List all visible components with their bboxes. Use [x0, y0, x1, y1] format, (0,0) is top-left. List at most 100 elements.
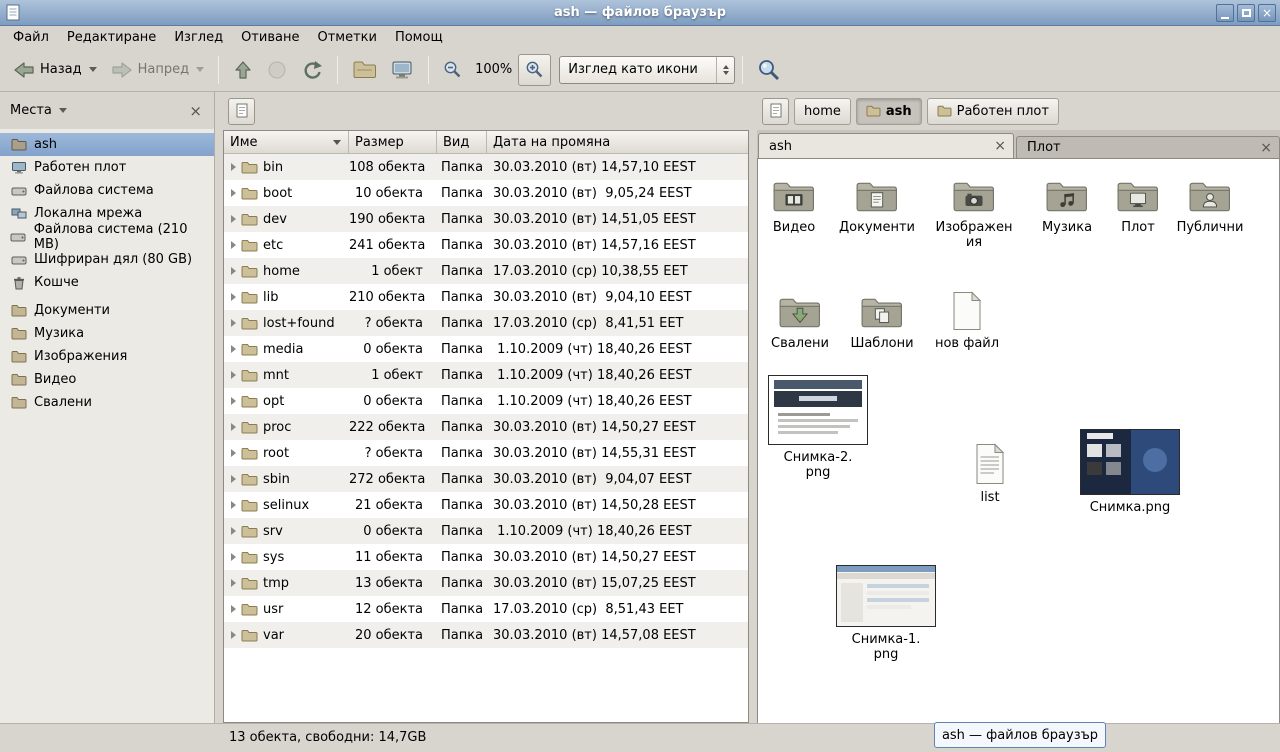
folder-item-music[interactable]: Музика	[1024, 171, 1110, 250]
tab-close-icon[interactable]: ×	[994, 139, 1006, 153]
search-button[interactable]	[750, 54, 788, 86]
file-row[interactable]: home 1 обект Папка 17.03.2010 (ср) 10,38…	[224, 258, 748, 284]
file-row[interactable]: lib 210 обекта Папка 30.03.2010 (вт) 9,0…	[224, 284, 748, 310]
computer-button[interactable]	[383, 54, 421, 86]
stop-button[interactable]	[260, 54, 294, 86]
zoom-out-button[interactable]	[436, 54, 469, 86]
expander-icon[interactable]	[231, 631, 236, 639]
menu-help[interactable]: Помощ	[386, 28, 452, 47]
image-item-snimka[interactable]: Снимка.png	[1074, 429, 1186, 515]
sidebar-item-video[interactable]: Видео	[0, 368, 214, 391]
taskbar-window-button[interactable]: ash — файлов браузър	[934, 722, 1106, 748]
expander-icon[interactable]	[231, 449, 236, 457]
expander-icon[interactable]	[231, 267, 236, 275]
folder-item-public[interactable]: Публични	[1166, 171, 1254, 250]
sidebar-item-pictures[interactable]: Изображения	[0, 345, 214, 368]
expander-icon[interactable]	[231, 501, 236, 509]
menu-file[interactable]: Файл	[4, 28, 58, 47]
sidebar-item-trash[interactable]: Кошче	[0, 271, 214, 294]
close-button[interactable]: ×	[1258, 4, 1276, 22]
menu-go[interactable]: Отиване	[232, 28, 308, 47]
view-mode-select[interactable]: Изглед като икони	[559, 56, 735, 84]
titlebar[interactable]: ash — файлов браузър ×	[0, 0, 1280, 26]
folder-item-desktop[interactable]: Плот	[1110, 171, 1166, 250]
column-header-type[interactable]: Вид	[437, 131, 487, 154]
file-row[interactable]: tmp 13 обекта Папка 30.03.2010 (вт) 15,0…	[224, 570, 748, 596]
image-item-snimka1[interactable]: Снимка-1. png	[830, 565, 942, 662]
folder-item-pictures[interactable]: Изображен ия	[924, 171, 1024, 250]
expander-icon[interactable]	[231, 553, 236, 561]
minimize-button[interactable]	[1216, 4, 1234, 22]
sidebar-close-button[interactable]: ×	[187, 102, 204, 120]
file-row[interactable]: opt 0 обекта Папка 1.10.2009 (чт) 18,40,…	[224, 388, 748, 414]
maximize-button[interactable]	[1237, 4, 1255, 22]
back-button[interactable]: Назад	[6, 54, 104, 86]
expander-icon[interactable]	[231, 397, 236, 405]
zoom-in-button[interactable]	[518, 54, 551, 86]
sidebar-item-desktop[interactable]: Работен плот	[0, 156, 214, 179]
home-button[interactable]	[345, 54, 383, 86]
sidebar-item-encrypted-80gb[interactable]: Шифриран дял (80 GB)	[0, 248, 214, 271]
expander-icon[interactable]	[231, 527, 236, 535]
sidebar-item-music[interactable]: Музика	[0, 322, 214, 345]
expander-icon[interactable]	[231, 345, 236, 353]
column-header-name[interactable]: Име	[224, 131, 349, 154]
expander-icon[interactable]	[231, 241, 236, 249]
file-row[interactable]: usr 12 обекта Папка 17.03.2010 (ср) 8,51…	[224, 596, 748, 622]
folder-item-templates[interactable]: Шаблони	[842, 287, 922, 351]
file-row[interactable]: sbin 272 обекта Папка 30.03.2010 (вт) 9,…	[224, 466, 748, 492]
file-row[interactable]: bin 108 обекта Папка 30.03.2010 (вт) 14,…	[224, 154, 748, 180]
reload-button[interactable]	[294, 54, 330, 86]
column-header-size[interactable]: Размер	[349, 131, 437, 154]
sidebar-item-home[interactable]: ash	[0, 133, 214, 156]
breadcrumb-home[interactable]: home	[794, 98, 851, 125]
menu-edit[interactable]: Редактиране	[58, 28, 165, 47]
location-bar-toggle-button[interactable]	[762, 98, 789, 125]
up-button[interactable]	[226, 54, 260, 86]
expander-icon[interactable]	[231, 163, 236, 171]
expander-icon[interactable]	[231, 475, 236, 483]
expander-icon[interactable]	[231, 293, 236, 301]
tab-close-icon[interactable]: ×	[1260, 141, 1272, 155]
file-row[interactable]: root ? обекта Папка 30.03.2010 (вт) 14,5…	[224, 440, 748, 466]
pane-splitter[interactable]	[749, 92, 757, 723]
column-header-date[interactable]: Дата на промяна	[487, 131, 748, 154]
file-item-list[interactable]: list	[940, 443, 1040, 505]
expander-icon[interactable]	[231, 423, 236, 431]
menu-bookmarks[interactable]: Отметки	[308, 28, 385, 47]
pane-splitter[interactable]	[215, 92, 223, 723]
file-row[interactable]: selinux 21 обекта Папка 30.03.2010 (вт) …	[224, 492, 748, 518]
breadcrumb-ash[interactable]: ash	[856, 98, 922, 125]
file-row[interactable]: boot 10 обекта Папка 30.03.2010 (вт) 9,0…	[224, 180, 748, 206]
expander-icon[interactable]	[231, 215, 236, 223]
location-bar-toggle-button[interactable]	[228, 98, 255, 125]
file-row[interactable]: etc 241 обекта Папка 30.03.2010 (вт) 14,…	[224, 232, 748, 258]
sidebar-item-documents[interactable]: Документи	[0, 299, 214, 322]
sidebar-item-volume-210mb[interactable]: Файлова система (210 MB)	[0, 225, 214, 248]
expander-icon[interactable]	[231, 605, 236, 613]
file-item-new-file[interactable]: нов файл	[922, 287, 1012, 351]
file-row[interactable]: var 20 обекта Папка 30.03.2010 (вт) 14,5…	[224, 622, 748, 648]
image-item-snimka2[interactable]: Снимка-2. png	[760, 375, 876, 480]
expander-icon[interactable]	[231, 579, 236, 587]
file-row[interactable]: proc 222 обекта Папка 30.03.2010 (вт) 14…	[224, 414, 748, 440]
breadcrumb-desktop[interactable]: Работен плот	[927, 98, 1059, 125]
icon-view[interactable]: Видео Документи Изображен ия	[757, 159, 1280, 723]
file-row[interactable]: media 0 обекта Папка 1.10.2009 (чт) 18,4…	[224, 336, 748, 362]
folder-item-documents[interactable]: Документи	[830, 171, 924, 250]
forward-button[interactable]: Напред	[104, 54, 211, 86]
tab-ash[interactable]: ash ×	[758, 133, 1014, 158]
expander-icon[interactable]	[231, 371, 236, 379]
file-row[interactable]: dev 190 обекта Папка 30.03.2010 (вт) 14,…	[224, 206, 748, 232]
back-history-chevron-icon[interactable]	[89, 67, 97, 72]
expander-icon[interactable]	[231, 319, 236, 327]
folder-item-video[interactable]: Видео	[758, 171, 830, 250]
file-row[interactable]: mnt 1 обект Папка 1.10.2009 (чт) 18,40,2…	[224, 362, 748, 388]
sidebar-item-downloads[interactable]: Свалени	[0, 391, 214, 414]
expander-icon[interactable]	[231, 189, 236, 197]
sidebar-item-filesystem[interactable]: Файлова система	[0, 179, 214, 202]
file-row[interactable]: lost+found ? обекта Папка 17.03.2010 (ср…	[224, 310, 748, 336]
menu-view[interactable]: Изглед	[165, 28, 232, 47]
folder-item-downloads[interactable]: Свалени	[758, 287, 842, 351]
tab-desktop[interactable]: Плот ×	[1016, 136, 1280, 158]
